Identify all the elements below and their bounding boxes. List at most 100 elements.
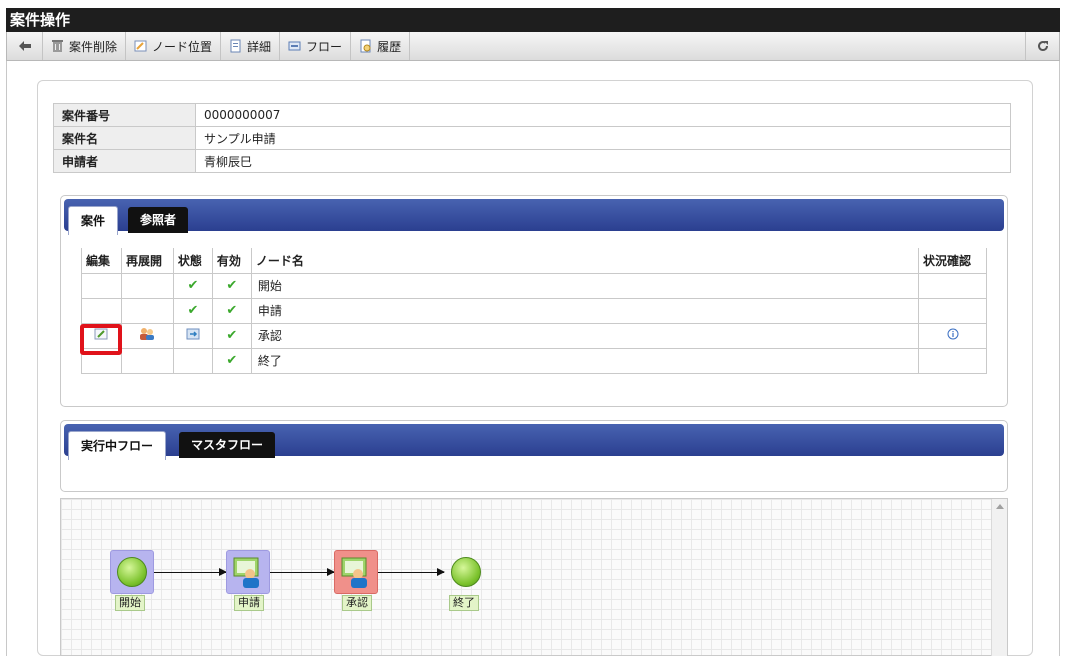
edit-cell xyxy=(81,272,122,299)
node-position-label: ノード位置 xyxy=(152,39,213,54)
applicant-value: 青柳辰巳 xyxy=(195,149,1011,173)
flow-panel: 実行中フロー マスタフロー xyxy=(60,420,1008,492)
status-cell: ✔ xyxy=(172,297,213,324)
valid-cell: ✔ xyxy=(211,272,252,299)
info-row-case-name: 案件名 サンプル申請 xyxy=(53,126,1011,150)
detail-label: 詳細 xyxy=(247,39,272,54)
table-row: ✔ ✔ 開始 xyxy=(81,272,987,299)
edit-highlight-box xyxy=(80,324,122,355)
node-name-cell: 申請 xyxy=(250,297,920,324)
status-check-cell xyxy=(918,322,987,349)
case-name-value: サンプル申請 xyxy=(195,126,1011,150)
user-task-icon xyxy=(341,557,367,588)
info-row-applicant: 申請者 青柳辰巳 xyxy=(53,149,1011,173)
table-row: ✔ 承認 xyxy=(81,322,987,349)
flow-canvas[interactable] xyxy=(60,498,1008,656)
valid-cell: ✔ xyxy=(211,297,252,324)
flow-node-start[interactable] xyxy=(110,550,154,594)
node-name-cell: 承認 xyxy=(250,322,920,349)
window-title: 案件操作 xyxy=(6,8,1060,32)
edit-cell xyxy=(81,297,122,324)
flow-connector xyxy=(376,568,445,576)
flow-node-apply[interactable] xyxy=(226,550,270,594)
check-icon: ✔ xyxy=(226,328,238,343)
scroll-up-arrow[interactable] xyxy=(996,504,1004,509)
node-position-icon xyxy=(134,40,147,52)
node-position-button[interactable]: ノード位置 xyxy=(126,32,222,60)
status-check-cell xyxy=(918,297,987,324)
status-check-cell xyxy=(918,272,987,299)
case-panel-tabbar: 案件 参照者 xyxy=(64,199,1004,235)
col-node-name: ノード名 xyxy=(250,248,920,274)
valid-cell: ✔ xyxy=(211,347,252,374)
check-icon: ✔ xyxy=(226,353,238,368)
tab-running-flow[interactable]: 実行中フロー xyxy=(68,431,167,460)
check-icon: ✔ xyxy=(187,278,199,293)
in-progress-icon xyxy=(186,328,200,340)
redeploy-cell xyxy=(120,297,174,324)
toolbar: 案件削除 ノード位置 詳細 フロー 履歴 xyxy=(6,32,1060,61)
flow-node-approve[interactable] xyxy=(334,550,378,594)
refresh-button[interactable] xyxy=(1025,32,1059,60)
check-icon: ✔ xyxy=(226,303,238,318)
status-check-cell xyxy=(918,347,987,374)
user-task-icon xyxy=(233,557,259,588)
applicant-label: 申請者 xyxy=(53,149,196,173)
flow-connector xyxy=(270,568,335,576)
flow-node-start-label: 開始 xyxy=(115,595,145,611)
col-valid: 有効 xyxy=(211,248,252,274)
start-node-icon xyxy=(117,557,147,587)
check-icon: ✔ xyxy=(226,278,238,293)
flow-connector xyxy=(154,568,227,576)
back-arrow-icon xyxy=(18,41,31,51)
col-redeploy: 再展開 xyxy=(120,248,174,274)
delete-case-label: 案件削除 xyxy=(69,39,118,54)
case-name-label: 案件名 xyxy=(53,126,196,150)
status-cell xyxy=(172,347,213,374)
flow-node-end-label: 終了 xyxy=(449,595,479,611)
redeploy-cell xyxy=(120,347,174,374)
col-status: 状態 xyxy=(172,248,213,274)
check-icon: ✔ xyxy=(187,303,199,318)
detail-button[interactable]: 詳細 xyxy=(221,32,281,60)
redeploy-cell xyxy=(120,322,174,349)
flow-label: フロー xyxy=(306,39,343,54)
history-button[interactable]: 履歴 xyxy=(351,32,411,60)
history-label: 履歴 xyxy=(377,39,402,54)
info-icon[interactable] xyxy=(947,328,959,340)
case-number-value: 0000000007 xyxy=(195,103,1011,127)
node-name-cell: 終了 xyxy=(250,347,920,374)
tab-master-flow[interactable]: マスタフロー xyxy=(179,432,276,458)
document-icon xyxy=(230,39,241,53)
case-number-label: 案件番号 xyxy=(53,103,196,127)
delete-case-button[interactable]: 案件削除 xyxy=(43,32,127,60)
flow-button[interactable]: フロー xyxy=(280,32,352,60)
end-node-icon xyxy=(451,557,481,587)
status-cell: ✔ xyxy=(172,272,213,299)
redeploy-cell xyxy=(120,272,174,299)
users-icon[interactable] xyxy=(139,327,155,341)
flow-scrollbar[interactable] xyxy=(991,499,1007,656)
flow-panel-tabbar: 実行中フロー マスタフロー xyxy=(64,424,1004,460)
col-edit: 編集 xyxy=(81,248,122,274)
node-table: 編集 再展開 状態 有効 ノード名 状況確認 ✔ ✔ 開始 ✔ ✔ 申請 ✔ 承… xyxy=(81,248,987,374)
flow-node-apply-label: 申請 xyxy=(234,595,264,611)
valid-cell: ✔ xyxy=(211,322,252,349)
node-table-header: 編集 再展開 状態 有効 ノード名 状況確認 xyxy=(81,248,987,274)
flow-icon xyxy=(288,41,301,51)
back-button[interactable] xyxy=(7,32,43,60)
tab-references[interactable]: 参照者 xyxy=(128,207,189,233)
flow-node-approve-label: 承認 xyxy=(342,595,372,611)
table-row: ✔ 終了 xyxy=(81,347,987,374)
node-name-cell: 開始 xyxy=(250,272,920,299)
col-status-check: 状況確認 xyxy=(918,248,987,274)
refresh-icon xyxy=(1037,41,1048,52)
info-row-case-number: 案件番号 0000000007 xyxy=(53,103,1011,127)
case-info-table: 案件番号 0000000007 案件名 サンプル申請 申請者 青柳辰巳 xyxy=(53,103,1011,173)
frame-left-border xyxy=(6,61,7,656)
status-cell xyxy=(172,322,213,349)
flow-node-end[interactable] xyxy=(444,550,488,594)
tab-case[interactable]: 案件 xyxy=(68,206,119,235)
trash-icon xyxy=(52,40,63,52)
